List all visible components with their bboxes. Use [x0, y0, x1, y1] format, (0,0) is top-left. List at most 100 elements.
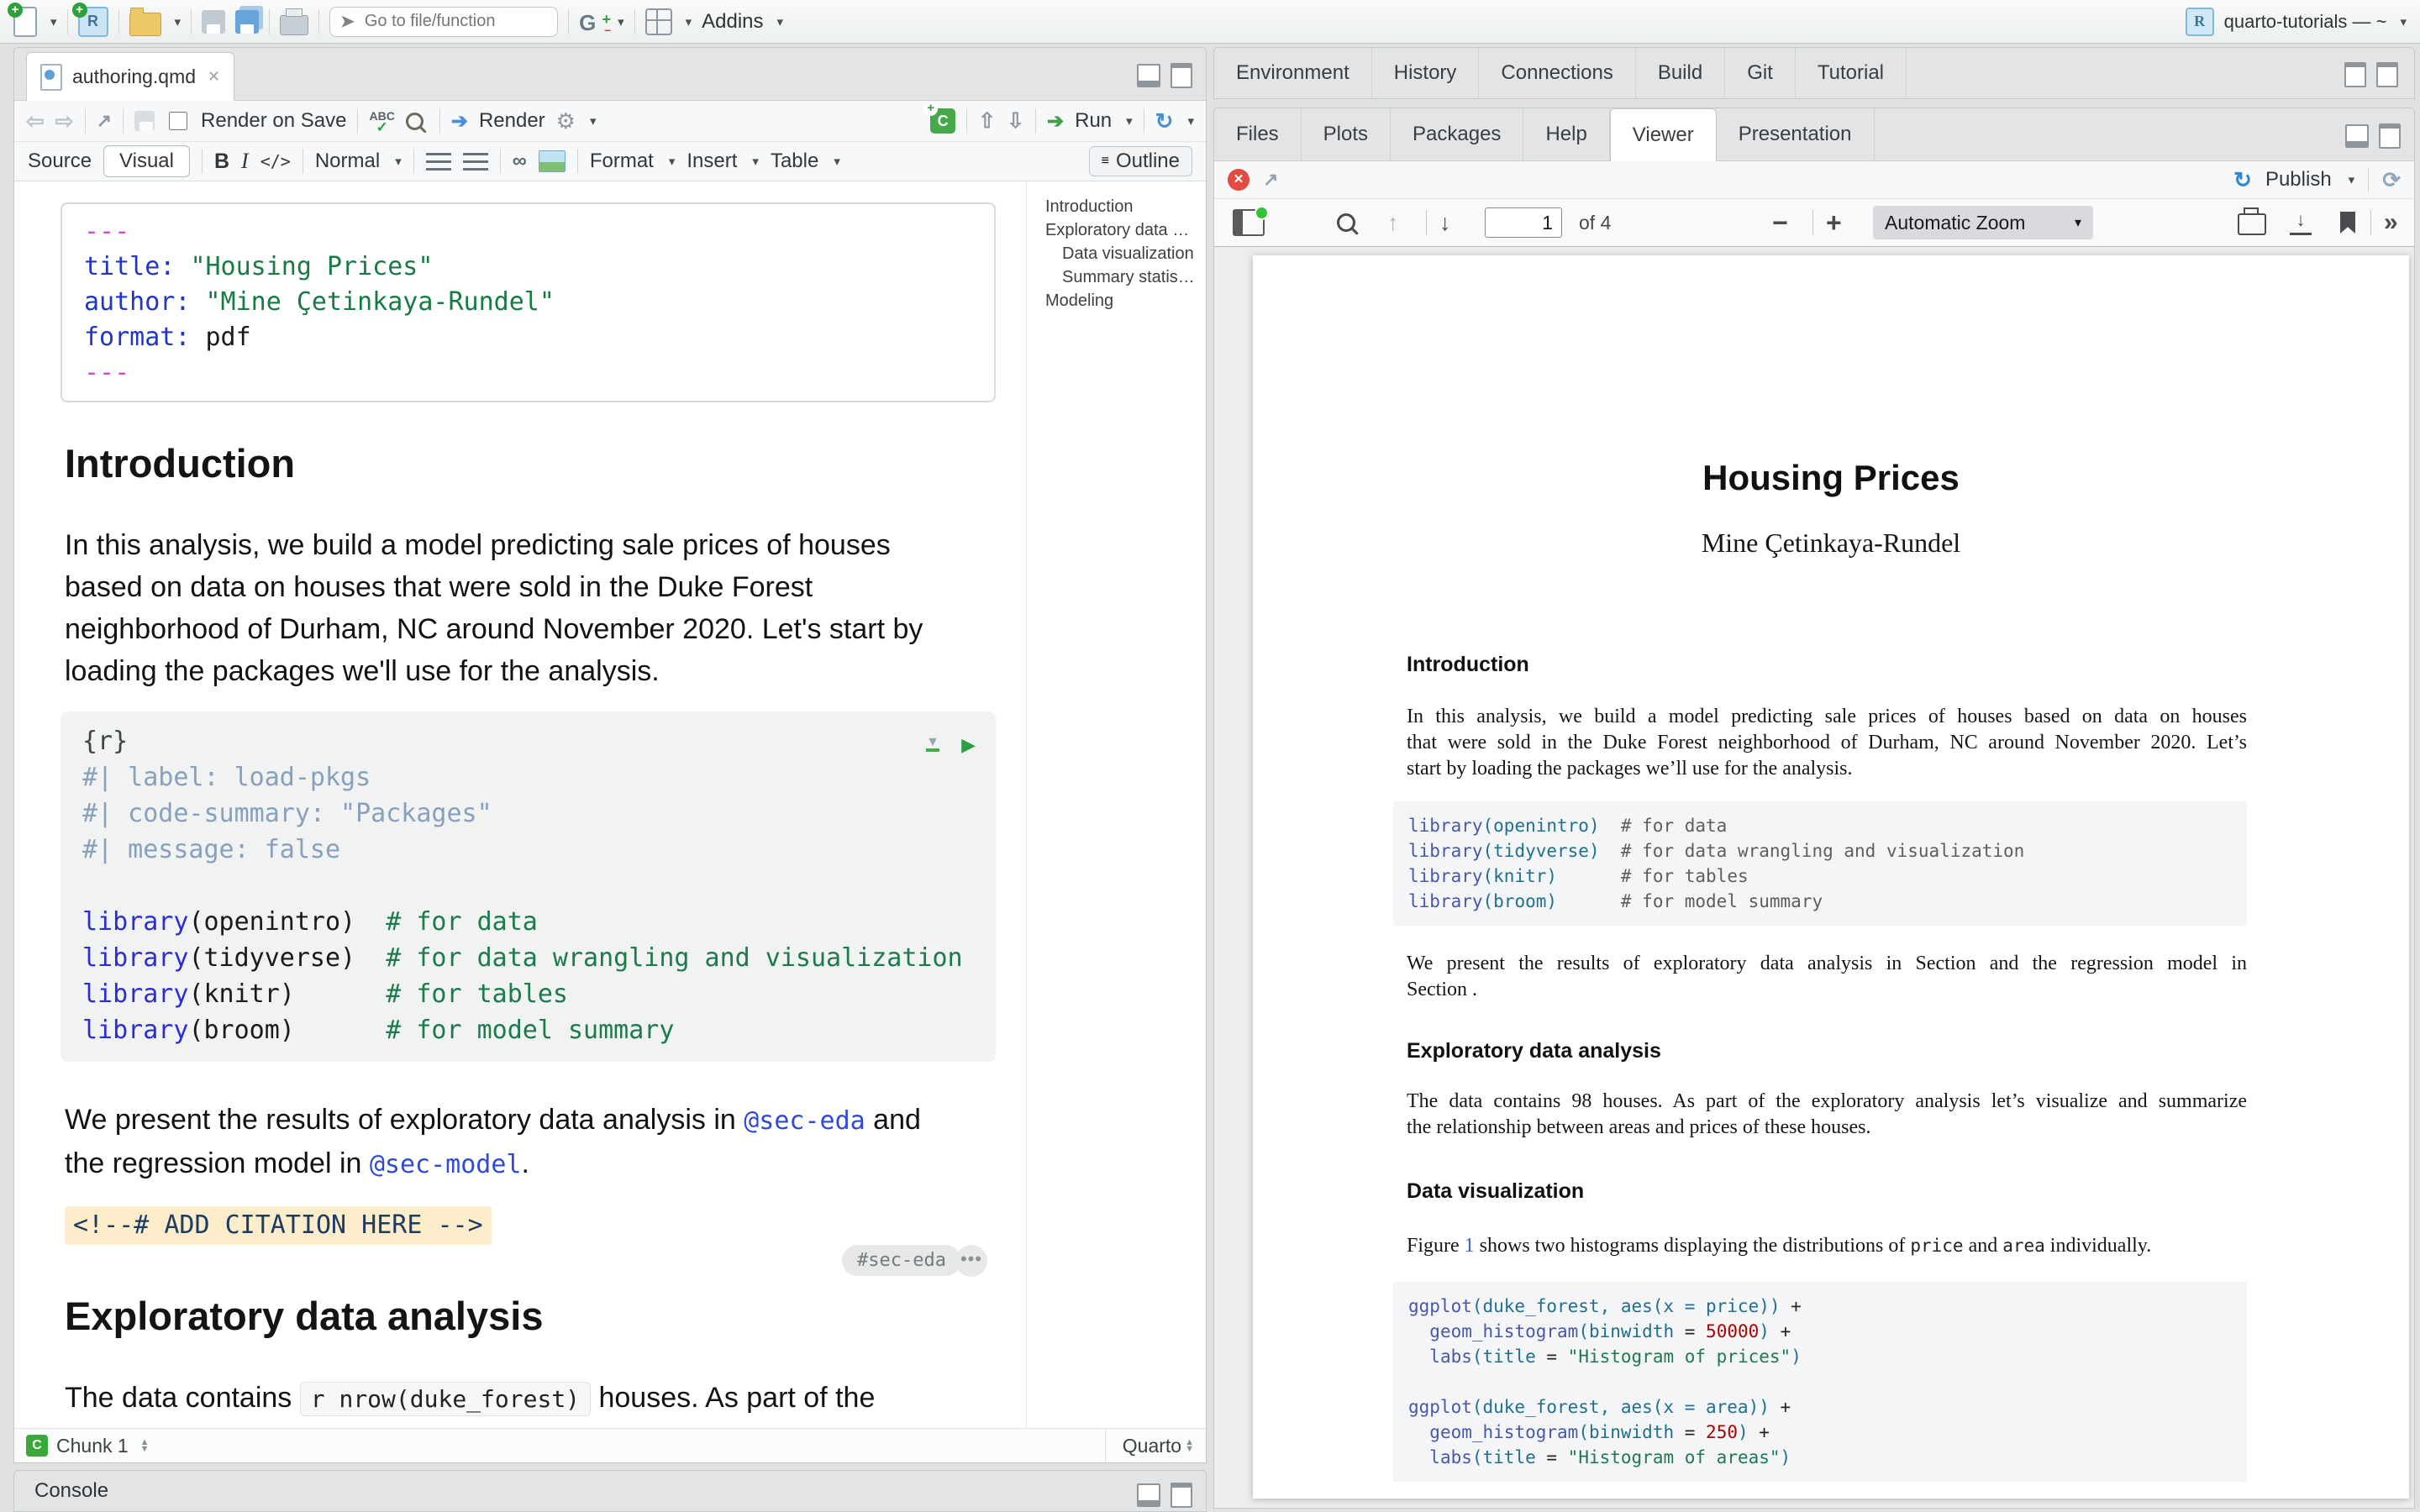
popout-editor-icon[interactable]: ↗ [97, 110, 112, 132]
pdf-more-tools-icon[interactable]: » [2384, 208, 2398, 237]
pdf-page-input[interactable] [1485, 207, 1562, 238]
minimize-pane-icon[interactable] [1137, 64, 1160, 87]
panes-layout-icon[interactable] [645, 8, 672, 35]
panes-dropdown-icon[interactable]: ▾ [686, 14, 692, 29]
popout-viewer-icon[interactable]: ↗ [1263, 169, 1278, 191]
env-maximize-icon[interactable] [2344, 62, 2366, 87]
render-on-save-checkbox[interactable] [169, 112, 187, 130]
visual-mode-button[interactable]: Visual [103, 145, 190, 177]
pane-tab[interactable]: Files [1214, 108, 1302, 160]
numbered-list-icon[interactable] [463, 153, 488, 171]
tab-close-icon[interactable]: ✕ [208, 68, 220, 86]
chunk-stepper-icon[interactable]: ▲▼ [140, 1439, 150, 1452]
print-icon[interactable] [280, 15, 308, 35]
viewer-maximize-icon[interactable] [2379, 123, 2401, 149]
publish-dropdown-icon[interactable]: ▾ [2349, 172, 2355, 187]
doc-type-stepper-icon[interactable]: ▲▼ [1185, 1439, 1194, 1452]
project-dropdown-icon[interactable]: ▾ [2400, 14, 2407, 29]
code-format-button[interactable]: </> [260, 151, 291, 171]
pane-tab[interactable]: Connections [1479, 48, 1635, 98]
pdf-zoom-select[interactable]: Automatic Zoom ▾ [1873, 206, 2093, 239]
find-replace-icon[interactable] [406, 113, 424, 130]
forward-icon[interactable]: ⇨ [55, 108, 74, 134]
paragraph-style-dropdown-icon[interactable]: ▾ [395, 154, 402, 169]
pdf-zoom-out-icon[interactable]: − [1772, 207, 1788, 239]
env-restore-icon[interactable] [2376, 62, 2398, 87]
goto-file-search[interactable]: ➤ [329, 7, 558, 37]
maximize-pane-icon[interactable] [1171, 63, 1192, 88]
insert-chunk-icon[interactable]: C [930, 108, 955, 134]
go-next-section-icon[interactable]: ⇩ [1007, 108, 1024, 134]
save-doc-icon[interactable] [134, 111, 155, 131]
version-control-icon[interactable]: G [579, 8, 604, 35]
addins-dropdown-icon[interactable]: ▾ [777, 14, 784, 29]
console-maximize-icon[interactable] [1171, 1483, 1192, 1508]
pdf-search-icon[interactable] [1337, 213, 1355, 232]
pdf-download-icon[interactable] [2290, 211, 2312, 235]
format-menu[interactable]: Format [590, 150, 654, 173]
back-icon[interactable]: ⇦ [26, 108, 45, 134]
pane-tab[interactable]: Plots [1302, 108, 1391, 160]
outline-item[interactable]: Exploratory data … [1045, 218, 1206, 242]
outline-item[interactable]: Modeling [1045, 289, 1206, 312]
outline-item[interactable]: Introduction [1045, 195, 1206, 218]
new-file-dropdown-icon[interactable]: ▾ [50, 14, 57, 29]
italic-button[interactable]: I [241, 149, 249, 174]
pane-tab[interactable]: Build [1636, 48, 1725, 98]
new-project-icon[interactable]: R+ [78, 7, 108, 37]
run-dropdown-icon[interactable]: ▾ [1126, 113, 1133, 129]
viewer-minimize-icon[interactable] [2345, 124, 2369, 148]
section-options-button[interactable]: ••• [955, 1245, 987, 1277]
pane-tab[interactable]: Presentation [1717, 108, 1875, 160]
source-mode-button[interactable]: Source [28, 150, 92, 173]
link-icon[interactable]: ∞ [513, 150, 527, 173]
pdf-zoom-in-icon[interactable]: + [1826, 207, 1842, 239]
outline-toggle-button[interactable]: ≡ Outline [1089, 146, 1192, 176]
outline-item[interactable]: Summary statis… [1045, 265, 1206, 289]
pdf-scroll-area[interactable]: Housing Prices Mine Çetinkaya-Rundel Int… [1214, 247, 2414, 1508]
pane-tab[interactable]: Tutorial [1796, 48, 1907, 98]
version-control-dropdown-icon[interactable]: ▾ [618, 14, 624, 29]
new-file-icon[interactable]: + [13, 7, 37, 37]
run-chunk-icon[interactable]: ▶ [961, 727, 976, 763]
chunk-position[interactable]: Chunk 1 [56, 1435, 129, 1457]
open-file-icon[interactable] [129, 13, 161, 36]
render-button[interactable]: Render [479, 109, 545, 133]
save-icon[interactable] [202, 10, 225, 34]
doc-type-select[interactable]: Quarto [1123, 1435, 1181, 1457]
insert-menu[interactable]: Insert [687, 150, 737, 173]
stop-preview-icon[interactable]: ✕ [1228, 169, 1249, 191]
rerun-icon[interactable]: ↻ [1155, 108, 1174, 134]
pdf-next-page-icon[interactable]: ↓ [1439, 210, 1451, 236]
pdf-prev-page-icon[interactable]: ↑ [1387, 210, 1399, 236]
run-chunks-above-icon[interactable]: ▼ [926, 738, 939, 752]
render-settings-dropdown-icon[interactable]: ▾ [590, 113, 597, 129]
pane-tab[interactable]: Git [1725, 48, 1796, 98]
refresh-viewer-icon[interactable]: ⟳ [2382, 167, 2401, 193]
save-all-icon[interactable] [235, 10, 259, 34]
paragraph-style-select[interactable]: Normal [315, 150, 380, 173]
addins-menu[interactable]: Addins [702, 10, 763, 34]
publish-button[interactable]: Publish [2265, 168, 2332, 192]
pdf-bookmark-icon[interactable] [2340, 212, 2355, 234]
outline-item[interactable]: Data visualization [1045, 242, 1206, 265]
rerun-dropdown-icon[interactable]: ▾ [1187, 113, 1194, 129]
open-file-dropdown-icon[interactable]: ▾ [175, 14, 182, 29]
pane-tab[interactable]: Viewer [1610, 108, 1717, 161]
render-settings-gear-icon[interactable]: ⚙ [556, 108, 576, 134]
goto-file-input[interactable] [363, 11, 534, 32]
bold-button[interactable]: B [214, 150, 229, 174]
pane-tab[interactable]: Environment [1214, 48, 1372, 98]
table-menu[interactable]: Table [771, 150, 818, 173]
go-prev-section-icon[interactable]: ⇧ [978, 108, 996, 134]
pane-tab[interactable]: Help [1523, 108, 1609, 160]
pdf-sidebar-toggle-icon[interactable] [1233, 209, 1265, 236]
document-canvas[interactable]: ---title: "Housing Prices"author: "Mine … [14, 181, 1014, 1428]
pane-tab[interactable]: Packages [1391, 108, 1523, 160]
editor-body[interactable]: ---title: "Housing Prices"author: "Mine … [14, 181, 1206, 1428]
pane-tab[interactable]: History [1372, 48, 1480, 98]
editor-tab-authoring[interactable]: authoring.qmd ✕ [26, 52, 234, 101]
r-code-chunk[interactable]: {r}#| label: load-pkgs#| code-summary: "… [60, 711, 996, 1062]
yaml-front-matter[interactable]: ---title: "Housing Prices"author: "Mine … [60, 202, 996, 402]
spellcheck-icon[interactable]: ABC✓ [369, 111, 394, 133]
